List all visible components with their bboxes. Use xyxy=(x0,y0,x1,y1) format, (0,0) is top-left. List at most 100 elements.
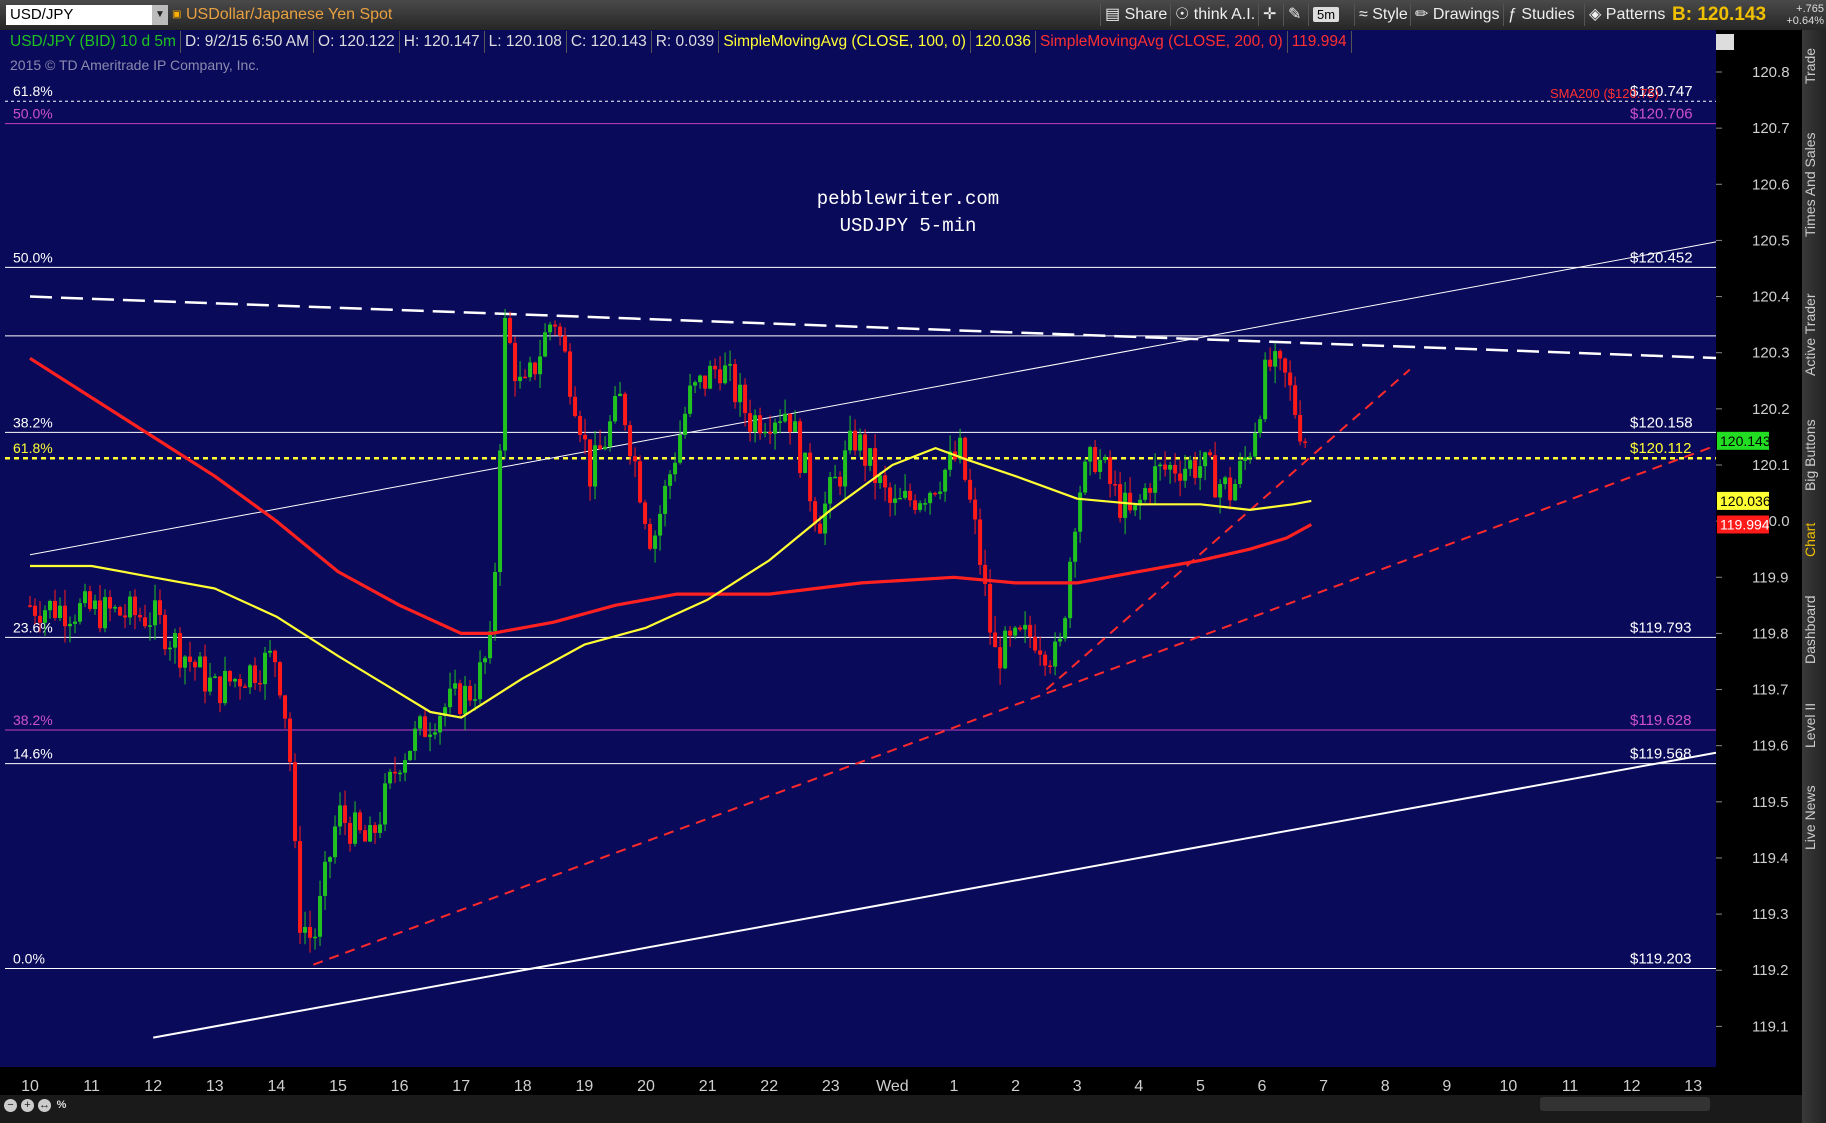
x-tick-label: 16 xyxy=(391,1078,409,1095)
candle-down xyxy=(253,665,258,683)
candle-down xyxy=(638,461,643,503)
candle-down xyxy=(523,376,528,379)
zoom-fit-icon[interactable]: ↔ xyxy=(38,1099,51,1112)
crosshair-tool[interactable]: ✛ xyxy=(1258,4,1280,26)
horizontal-scrollbar[interactable] xyxy=(1540,1097,1710,1111)
sidebar-tab[interactable]: Level II xyxy=(1802,690,1826,760)
candle-down xyxy=(188,656,193,662)
symbol-dropdown-icon[interactable]: ▼ xyxy=(152,5,168,25)
bid-label: B: xyxy=(1672,4,1693,25)
candle-down xyxy=(973,499,978,520)
candle-up xyxy=(208,677,213,692)
candle-down xyxy=(533,362,538,375)
studies-button[interactable]: ƒ Studies xyxy=(1503,4,1579,26)
candle-down xyxy=(1278,351,1283,359)
candle-down xyxy=(1298,414,1303,442)
candle-up xyxy=(773,422,778,434)
sidebar-tab[interactable]: Active Trader xyxy=(1802,275,1826,395)
candle-down xyxy=(553,324,558,327)
drawings-button[interactable]: ✏ Drawings xyxy=(1410,4,1504,26)
candle-down xyxy=(788,413,793,432)
candle-down xyxy=(703,375,708,389)
sidebar-tab[interactable]: Times And Sales xyxy=(1802,110,1826,260)
copyright: 2015 © TD Ameritrade IP Company, Inc. xyxy=(10,57,259,73)
percent-scale-icon[interactable]: % xyxy=(55,1099,68,1112)
candle-up xyxy=(408,750,413,761)
sidebar-tab[interactable]: Big Buttons xyxy=(1802,410,1826,500)
x-tick-label: 4 xyxy=(1134,1078,1143,1095)
candle-down xyxy=(193,661,198,668)
fib-level-label: 61.8% xyxy=(13,83,53,99)
candle-up xyxy=(403,760,408,773)
candle-up xyxy=(1223,477,1228,485)
y-tick-label: 119.2 xyxy=(1752,962,1788,979)
timeframe-button[interactable]: 5m xyxy=(1308,4,1343,26)
settings-tool[interactable]: ✎ xyxy=(1283,4,1305,26)
candle-up xyxy=(1053,641,1058,667)
candle-down xyxy=(883,475,888,488)
candle-down xyxy=(743,384,748,414)
watermark-title: USDJPY 5-min xyxy=(840,215,977,237)
candle-down xyxy=(358,812,363,831)
bar-open: O: 120.122 xyxy=(314,31,400,53)
candle-down xyxy=(468,685,473,701)
fib-level-price: $120.706 xyxy=(1630,106,1693,123)
plot-background xyxy=(0,30,1716,1067)
zoom-out-icon[interactable]: − xyxy=(4,1099,17,1112)
candle-down xyxy=(308,927,313,938)
candle-down xyxy=(583,434,588,440)
candle-down xyxy=(293,762,298,842)
candle-up xyxy=(1233,484,1238,501)
candle-up xyxy=(693,382,698,386)
sidebar-tab[interactable]: Chart xyxy=(1802,510,1826,570)
x-tick-label: 1 xyxy=(950,1078,959,1095)
patterns-button[interactable]: ◈ Patterns xyxy=(1584,4,1669,26)
sma200-annotation: SMA200 ($120.75) xyxy=(1550,86,1659,101)
candle-up xyxy=(318,895,323,937)
candle-up xyxy=(498,450,503,573)
candle-up xyxy=(1083,461,1088,493)
candle-up xyxy=(1123,492,1128,518)
bar-low: L: 120.108 xyxy=(485,31,567,53)
chart-menu-button[interactable] xyxy=(1716,34,1734,50)
price-chart[interactable]: 61.8% $120.74750.0% $120.70650.0% $120.4523… xyxy=(0,30,1802,1095)
candle-up xyxy=(613,396,618,422)
sidebar-tab[interactable]: Live News xyxy=(1802,775,1826,860)
candle-up xyxy=(668,474,673,486)
candle-down xyxy=(138,615,143,618)
candle-down xyxy=(1213,455,1218,498)
style-button[interactable]: ≈ Style xyxy=(1354,4,1412,26)
toolbar: USD/JPY ▼ ▣ USDollar/Japanese Yen Spot ▤… xyxy=(0,0,1826,31)
candle-up xyxy=(173,633,178,648)
candle-down xyxy=(298,841,303,933)
candle-down xyxy=(38,615,43,623)
zoom-controls: − + ↔ % xyxy=(0,1095,1802,1123)
candle-up xyxy=(1068,561,1073,619)
fib-level-price: $120.158 xyxy=(1630,414,1693,431)
candle-up xyxy=(848,430,853,451)
candle-up xyxy=(478,662,483,700)
sidebar-tab[interactable]: Trade xyxy=(1802,36,1826,96)
x-tick-label: 10 xyxy=(1500,1078,1518,1095)
sidebar-tab[interactable]: Dashboard xyxy=(1802,585,1826,675)
candle-up xyxy=(448,688,453,708)
candle-up xyxy=(928,492,933,504)
candle-down xyxy=(203,656,208,692)
share-button[interactable]: ▤ Share xyxy=(1100,4,1171,26)
candle-down xyxy=(913,500,918,510)
candle-up xyxy=(923,503,928,505)
candle-down xyxy=(933,492,938,495)
candle-up xyxy=(898,497,903,500)
symbol-input[interactable]: USD/JPY xyxy=(6,5,152,25)
y-tick-label: 119.4 xyxy=(1752,850,1788,867)
candle-down xyxy=(798,421,803,473)
x-tick-label: 2 xyxy=(1011,1078,1020,1095)
candle-down xyxy=(558,326,563,336)
think-ai-button[interactable]: ☉ think A.I. xyxy=(1170,4,1259,26)
candle-up xyxy=(1133,505,1138,511)
candle-down xyxy=(1268,359,1273,367)
candle-up xyxy=(323,861,328,896)
zoom-in-icon[interactable]: + xyxy=(21,1099,34,1112)
right-sidebar: Trade Times And Sales Active Trader Big But… xyxy=(1802,30,1826,1123)
y-tick-label: 119.8 xyxy=(1752,625,1788,642)
